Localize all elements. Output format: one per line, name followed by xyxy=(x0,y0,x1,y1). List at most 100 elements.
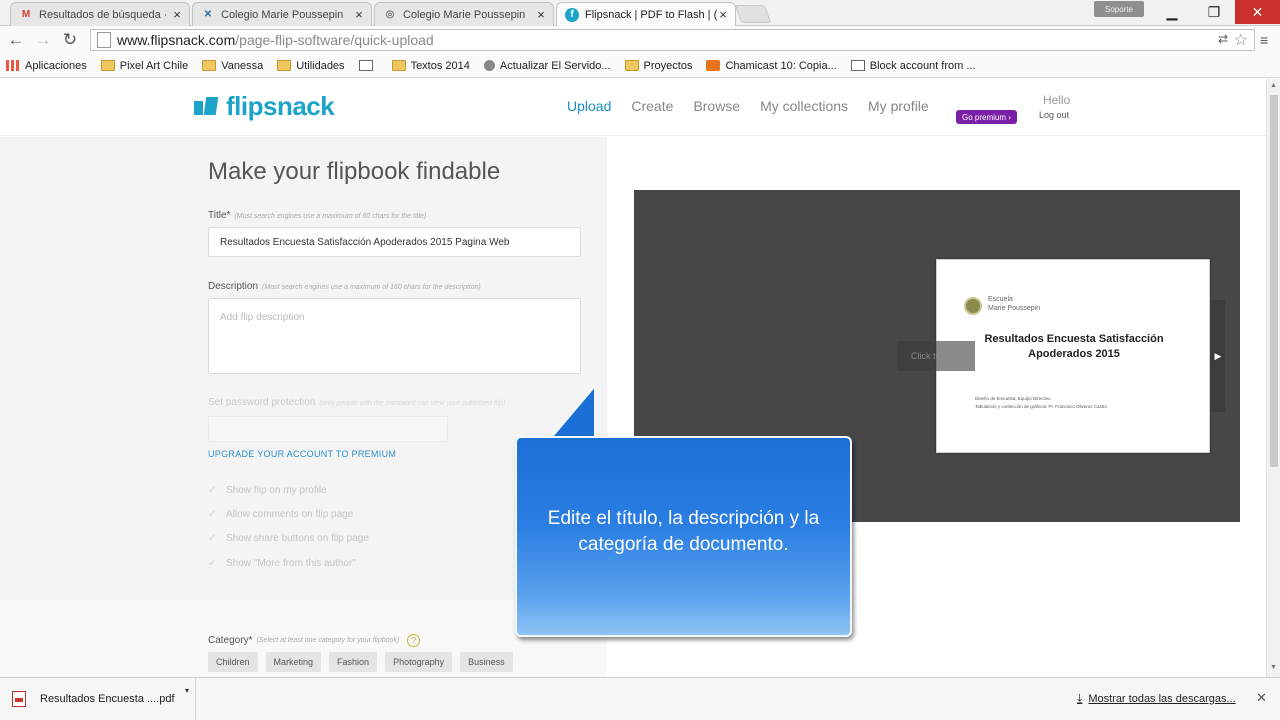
bookmark-vanessa[interactable]: Vanessa xyxy=(202,60,263,72)
scroll-thumb[interactable] xyxy=(1270,95,1278,467)
tab-colegio-1[interactable]: ✕ Colegio Marie Poussepin × xyxy=(192,2,372,26)
school-line2: Marie Poussepin xyxy=(988,305,1041,312)
category-label: Category* (Select at least one category f… xyxy=(208,634,421,647)
tutorial-callout: Edite el título, la descripción y la cat… xyxy=(515,436,852,637)
description-textarea[interactable]: Add flip description xyxy=(208,298,581,374)
url-bar[interactable]: www.flipsnack.com /page-flip-software/qu… xyxy=(90,29,1255,51)
scroll-down-icon[interactable]: ▼ xyxy=(1270,664,1277,671)
translate-icon[interactable]: ⇄ xyxy=(1218,32,1228,46)
next-page-arrow-icon[interactable]: ▶ xyxy=(1211,300,1225,412)
password-label: Set password protection (only people with… xyxy=(208,397,505,408)
restore-icon[interactable]: ❐ xyxy=(1194,0,1234,24)
logout-link[interactable]: Log out xyxy=(1039,110,1069,120)
close-icon[interactable]: × xyxy=(717,7,729,22)
tab-title: Flipsnack | PDF to Flash | ( xyxy=(585,8,717,21)
document-credits: Diseño de Encuesta: Equipo Directivo Tab… xyxy=(975,395,1107,411)
nav-create[interactable]: Create xyxy=(631,98,673,114)
bookmark-proyectos[interactable]: Proyectos xyxy=(624,60,692,72)
password-hint: (only people with the password can view … xyxy=(319,400,506,407)
folder-icon xyxy=(100,60,115,71)
profile-button[interactable]: Soporte xyxy=(1094,1,1144,17)
print-icon xyxy=(358,60,373,71)
bookmark-print[interactable] xyxy=(358,60,378,71)
flipsnack-logo[interactable]: flipsnack xyxy=(194,91,335,122)
main-nav: Upload Create Browse My collections My p… xyxy=(567,98,949,114)
option-share-buttons[interactable]: ✓ Show share buttons on flip page xyxy=(208,533,369,544)
nav-my-collections[interactable]: My collections xyxy=(760,98,848,114)
download-item[interactable]: Resultados Encuesta ....pdf ▾ xyxy=(0,678,196,720)
close-icon[interactable]: × xyxy=(535,7,547,22)
server-icon xyxy=(483,60,495,71)
bookmark-apps[interactable]: Aplicaciones xyxy=(6,60,87,72)
category-photography[interactable]: Photography xyxy=(385,652,453,672)
globe-icon: ◎ xyxy=(385,9,395,20)
title-input[interactable]: Resultados Encuesta Satisfacción Apodera… xyxy=(208,227,581,257)
go-premium-button[interactable]: Go premium › xyxy=(956,110,1017,124)
toolbar: ← → ↻ www.flipsnack.com /page-flip-softw… xyxy=(0,26,1280,54)
minimize-icon[interactable]: ▁ xyxy=(1152,0,1192,24)
page-scrollbar[interactable]: ▲ ▼ xyxy=(1266,79,1280,677)
show-all-downloads-label: Mostrar todas las descargas... xyxy=(1088,692,1236,705)
reload-icon[interactable]: ↻ xyxy=(59,30,81,50)
upgrade-account-link[interactable]: UPGRADE YOUR ACCOUNT TO PREMIUM xyxy=(208,449,396,459)
show-all-downloads-link[interactable]: ⤓ Mostrar todas las descargas... xyxy=(1077,691,1236,706)
description-label: Description (Most search engines use a ma… xyxy=(208,281,481,292)
tab-flipsnack[interactable]: f Flipsnack | PDF to Flash | ( × xyxy=(556,2,736,26)
bookmark-label: Pixel Art Chile xyxy=(119,59,189,72)
tab-title: Resultados de búsqueda · xyxy=(39,8,168,21)
window-close-icon[interactable]: ✕ xyxy=(1235,0,1280,24)
bookmark-block-account[interactable]: Block account from ... xyxy=(850,59,976,72)
download-shelf: Resultados Encuesta ....pdf ▾ ⤓ Mostrar … xyxy=(0,677,1280,720)
option-more-from-author[interactable]: ✓ Show "More from this author" xyxy=(208,558,356,569)
password-input[interactable] xyxy=(208,416,448,442)
pdf-icon xyxy=(12,691,26,707)
bookmark-pixel-art[interactable]: Pixel Art Chile xyxy=(100,59,189,72)
page-title: Make your flipbook findable xyxy=(208,158,501,185)
category-marketing[interactable]: Marketing xyxy=(265,652,322,672)
click-to-read-button[interactable]: Click to read xyxy=(897,341,975,371)
bookmark-textos[interactable]: Textos 2014 xyxy=(391,60,470,72)
title-hint: (Most search engines use a maximum of 60… xyxy=(234,213,427,220)
close-icon[interactable]: ✕ xyxy=(1256,690,1267,706)
tab-title: Colegio Marie Poussepin xyxy=(403,8,526,21)
chevron-down-icon[interactable]: ▾ xyxy=(185,686,189,695)
description-label-text: Description xyxy=(208,281,259,292)
bookmark-servidor[interactable]: Actualizar El Servido... xyxy=(483,60,611,72)
scroll-up-icon[interactable]: ▲ xyxy=(1270,82,1277,89)
nav-upload[interactable]: Upload xyxy=(567,98,611,114)
forward-arrow-icon[interactable]: → xyxy=(32,30,54,50)
credits-line1: Diseño de Encuesta: Equipo Directivo xyxy=(975,396,1051,401)
option-allow-comments[interactable]: ✓ Allow comments on flip page xyxy=(208,509,353,520)
close-icon[interactable]: × xyxy=(171,7,183,22)
credits-line2: Tabulación y confección de gráficos: Pr.… xyxy=(975,404,1108,409)
menu-icon[interactable]: ≡ xyxy=(1260,32,1274,48)
gmail-icon: M xyxy=(21,9,31,20)
back-arrow-icon[interactable]: ← xyxy=(5,30,27,50)
tab-strip: M Resultados de búsqueda · × ✕ Colegio M… xyxy=(0,0,1280,26)
bookmarks-bar: Aplicaciones Pixel Art Chile Vanessa Uti… xyxy=(0,54,1280,78)
tab-colegio-2[interactable]: ◎ Colegio Marie Poussepin × xyxy=(374,2,554,26)
bookmark-utilidades[interactable]: Utilidades xyxy=(277,59,345,72)
category-fashion[interactable]: Fashion xyxy=(329,652,378,672)
tab-title: Colegio Marie Poussepin xyxy=(221,8,344,21)
option-show-on-profile[interactable]: ✓ Show flip on my profile xyxy=(208,485,327,496)
bookmark-star-icon[interactable]: ☆ xyxy=(1234,30,1248,50)
school-name: Escuela Marie Poussepin xyxy=(988,295,1040,313)
close-icon[interactable]: × xyxy=(353,7,365,22)
category-label-text: Category* xyxy=(208,635,253,646)
category-business[interactable]: Business xyxy=(460,652,513,672)
folder-icon xyxy=(277,60,292,71)
bookmark-chamicast[interactable]: Chamicast 10: Copia... xyxy=(706,59,837,72)
tab-gmail-search[interactable]: M Resultados de búsqueda · × xyxy=(10,2,190,26)
nav-browse[interactable]: Browse xyxy=(693,98,740,114)
checkmark-icon: ✓ xyxy=(208,533,217,544)
bookmark-label: Utilidades xyxy=(296,59,345,72)
category-children[interactable]: Children xyxy=(208,652,258,672)
new-tab-button[interactable] xyxy=(734,5,772,23)
nav-my-profile[interactable]: My profile xyxy=(868,98,929,114)
school-line1: Escuela xyxy=(988,296,1013,303)
bookmark-label: Chamicast 10: Copia... xyxy=(725,59,837,72)
flipbook-cover-page[interactable]: Escuela Marie Poussepin Resultados Encue… xyxy=(936,259,1210,453)
bookmark-label: Block account from ... xyxy=(869,59,976,72)
help-icon[interactable]: ? xyxy=(407,634,421,647)
